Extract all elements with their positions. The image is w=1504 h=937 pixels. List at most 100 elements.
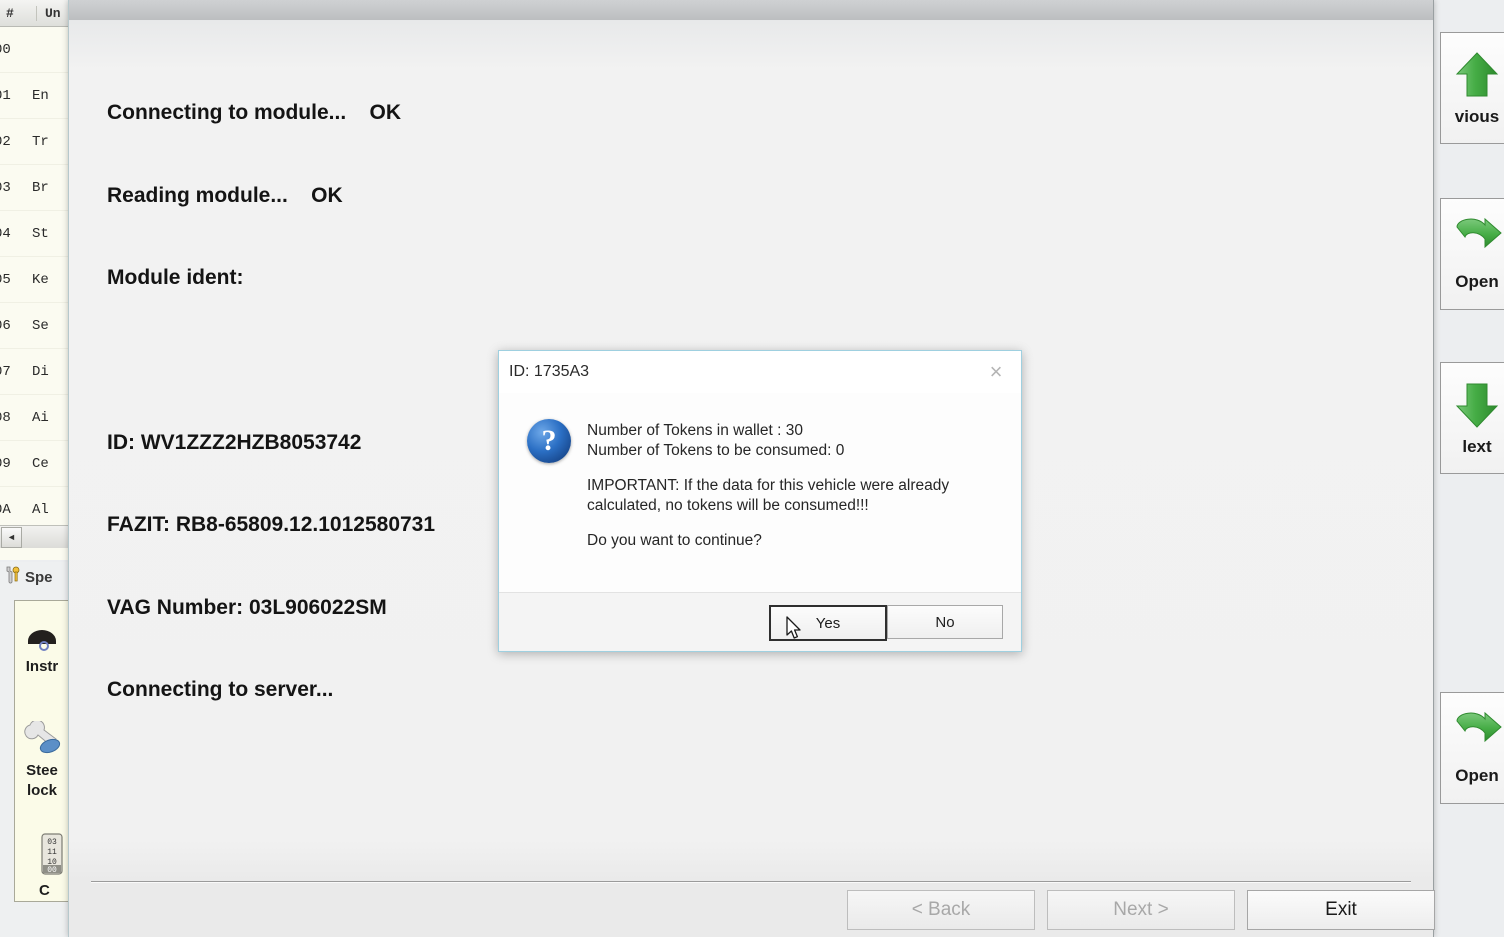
important-notice: IMPORTANT: If the data for this vehicle … (587, 477, 950, 514)
confirmation-dialog: ID: 1735A3 × ? Number of Tokens in walle… (498, 350, 1022, 652)
exit-button[interactable]: Exit (1247, 890, 1435, 930)
arrow-curve-right-icon (1451, 217, 1503, 270)
grid-header-row: # Un (0, 0, 68, 27)
cluster-icon (22, 630, 62, 655)
special-functions-list[interactable]: Instr Stee lock 03 11 10 00 C (14, 600, 69, 902)
log-line: Connecting to server... (107, 678, 334, 701)
right-toolbar: vious Open lext Open (1432, 0, 1504, 937)
log-line: Module ident: (107, 266, 244, 289)
cell-unit: Br (32, 179, 49, 196)
cell-unit: Se (32, 317, 49, 334)
cell-number: 06 (0, 317, 11, 334)
next-button[interactable]: lext (1440, 362, 1504, 474)
special-functions-panel: Spe Instr Stee lock 03 11 10 00 C (0, 562, 69, 937)
cell-number: 08 (0, 409, 11, 426)
log-line: Connecting to module... OK (107, 101, 401, 124)
wizard-navigation: < Back Next > Exit (69, 890, 1435, 934)
tokens-consumed-line: Number of Tokens to be consumed: 0 (587, 441, 845, 459)
cell-number: 02 (0, 133, 11, 150)
list-item[interactable]: 03 11 10 00 C (15, 827, 69, 899)
cell-unit: Ce (32, 455, 49, 472)
list-item[interactable]: Stee lock (15, 715, 69, 799)
table-row[interactable]: 03 Br (0, 165, 68, 211)
grid-rows: 00 01 En 02 Tr 03 Br 04 St (0, 27, 68, 533)
arrow-curve-right-icon (1451, 711, 1503, 764)
close-icon[interactable]: × (979, 359, 1013, 385)
table-row[interactable]: 06 Se (0, 303, 68, 349)
table-row[interactable]: 09 Ce (0, 441, 68, 487)
list-item-label: C (39, 881, 50, 899)
dialog-body: ? Number of Tokens in wallet : 30 Number… (499, 393, 1021, 593)
question-icon: ? (527, 419, 571, 463)
cell-number: 09 (0, 455, 11, 472)
next-button-label: Next > (1113, 899, 1169, 920)
svg-text:00: 00 (47, 866, 57, 875)
divider (91, 881, 1411, 883)
table-row[interactable]: 05 Ke (0, 257, 68, 303)
table-row[interactable]: 08 Ai (0, 395, 68, 441)
cell-number: 05 (0, 271, 11, 288)
cell-number: 01 (0, 87, 11, 104)
next-button-label: lext (1462, 436, 1492, 456)
table-row[interactable]: 00 (0, 27, 68, 73)
cell-unit: Tr (32, 133, 49, 150)
cell-number: 0A (0, 501, 11, 518)
open-button-label: Open (1455, 765, 1499, 785)
cell-number: 04 (0, 225, 11, 242)
list-item-label: Stee (26, 762, 58, 780)
table-row[interactable]: 04 St (0, 211, 68, 257)
dialog-message: Number of Tokens in wallet : 30 Number o… (587, 421, 999, 551)
screen: # Un 00 01 En 02 Tr 03 Br (0, 0, 1504, 937)
list-item-label: Instr (25, 658, 59, 675)
no-button-label: No (935, 613, 955, 631)
previous-button-label: vious (1454, 106, 1500, 126)
cell-number: 00 (0, 41, 11, 58)
open-button-label: Open (1455, 271, 1499, 291)
wrench-key-icon (20, 719, 64, 759)
continue-question: Do you want to continue? (587, 532, 762, 549)
no-button[interactable]: No (887, 605, 1003, 639)
cell-unit: Ai (32, 409, 49, 426)
back-button-label: < Back (911, 899, 971, 920)
token-summary: Number of Tokens in wallet : 30 Number o… (587, 421, 999, 460)
log-line: Reading module... OK (107, 183, 343, 207)
cell-unit: Al (32, 501, 49, 518)
list-item-label-2: lock (26, 781, 57, 799)
tokens-in-wallet-line: Number of Tokens in wallet : 30 (587, 422, 803, 439)
dialog-titlebar[interactable]: ID: 1735A3 × (499, 351, 1021, 394)
tools-icon (4, 566, 21, 588)
cell-unit: Di (32, 363, 49, 380)
cell-number: 03 (0, 179, 11, 196)
special-functions-label: Spe (25, 568, 53, 586)
list-item[interactable]: Instr (15, 619, 69, 675)
yes-button-label: Yes (815, 614, 841, 632)
mouse-cursor (786, 616, 804, 642)
table-row[interactable]: 01 En (0, 73, 68, 119)
previous-button[interactable]: vious (1440, 32, 1504, 144)
table-row[interactable]: 07 Di (0, 349, 68, 395)
next-wizard-button[interactable]: Next > (1047, 890, 1235, 930)
grid-header-unit[interactable]: Un (37, 6, 61, 21)
dialog-footer: Yes No (499, 592, 1021, 651)
arrow-up-icon (1454, 50, 1500, 105)
wizard-titlebar[interactable] (69, 0, 1433, 20)
cell-number: 07 (0, 363, 11, 380)
table-row[interactable]: 02 Tr (0, 119, 68, 165)
svg-text:11: 11 (47, 848, 57, 857)
open-button-bottom[interactable]: Open (1440, 692, 1504, 804)
cell-unit: En (32, 87, 49, 104)
grid-header-number[interactable]: # (0, 5, 37, 21)
special-functions-title: Spe (0, 562, 68, 592)
cell-unit: Ke (32, 271, 49, 288)
cell-unit: St (32, 225, 49, 242)
open-button-top[interactable]: Open (1440, 198, 1504, 310)
scroll-left-icon[interactable]: ◄ (1, 526, 22, 548)
control-module-grid[interactable]: # Un 00 01 En 02 Tr 03 Br (0, 0, 69, 560)
back-button[interactable]: < Back (847, 890, 1035, 930)
dialog-title: ID: 1735A3 (509, 363, 590, 380)
svg-text:03: 03 (47, 838, 57, 847)
arrow-down-icon (1454, 380, 1500, 435)
odometer-icon: 03 11 10 00 (41, 833, 63, 880)
exit-button-label: Exit (1325, 899, 1357, 920)
grid-horizontal-scrollbar[interactable]: ◄ (0, 525, 68, 548)
